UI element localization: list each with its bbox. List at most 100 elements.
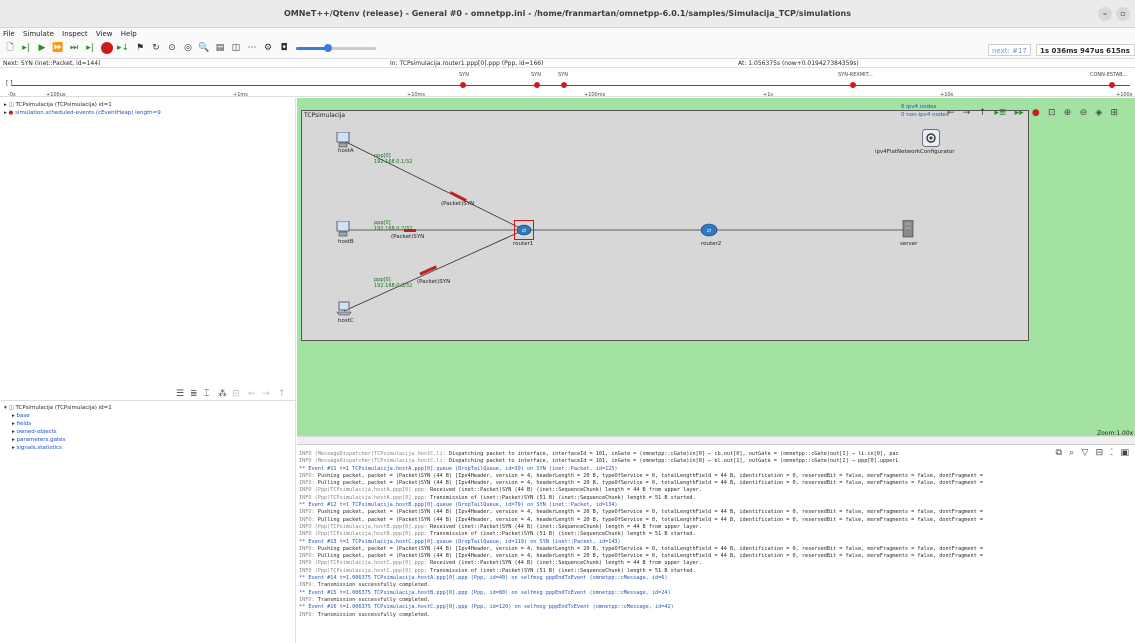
expand-arrow-icon[interactable]: ▸ (4, 102, 7, 108)
timeline-event-marker[interactable] (460, 82, 466, 88)
fast-run-icon[interactable]: ⏩ (52, 42, 64, 54)
inspector-root-row[interactable]: ▾ ◫ TCPsimulacija (TCPsimulacija) id=1 (0, 404, 295, 412)
debug-flag-icon[interactable]: ⚑ (134, 42, 146, 54)
log-message-text: Transmission successfully completed. (314, 611, 431, 618)
copy-icon[interactable]: ⧉ (1055, 448, 1061, 458)
menu-simulate[interactable]: Simulate (20, 28, 57, 40)
up-arrow-icon[interactable]: ↑ (979, 108, 987, 118)
stop-icon[interactable] (101, 42, 113, 54)
next-event-info: Next: SYN (inet::Packet, id=144) (3, 60, 101, 67)
messages-icon[interactable]: ⊟ (1096, 448, 1104, 458)
event-timeline[interactable]: [ ] -0s +100us +1ms +10ms +100ms +1s +10… (0, 69, 1135, 98)
timeline-event-marker[interactable] (561, 82, 567, 88)
event-log[interactable]: INFO (MessageDispatcher)TCPsimulacija.ho… (297, 444, 1135, 643)
timeline-icon[interactable]: ⋯ (246, 42, 258, 54)
router2-icon[interactable]: ⇄ (700, 223, 718, 237)
host-c-ip: ppp[0] 192.168.0.3/32 (374, 277, 412, 289)
tree-row-network[interactable]: ▸ ◫ TCPsimulacija (TCPsimulacija) id=1 (0, 101, 295, 109)
step-over-icon[interactable]: ▸↓ (117, 42, 129, 54)
menu-view[interactable]: View (93, 28, 116, 40)
step-icon[interactable]: ▸| (20, 42, 32, 54)
log-info-line: INFO: Pulling packet, packet = (Packet)S… (299, 480, 1135, 487)
network-canvas[interactable]: TCPsimulacija hostA ppp[0] 192.168.0.1/32… (297, 98, 1135, 437)
relayout-icon[interactable]: ⊡ (1048, 108, 1056, 118)
new-run-icon[interactable]: 🗋 (4, 42, 16, 54)
rebuild-icon[interactable]: ↻ (150, 42, 162, 54)
layout-icon[interactable]: ◫ (230, 42, 242, 54)
inspector-group-row[interactable]: ▸ parameters,gates (0, 436, 295, 444)
find-icon[interactable]: ⌕ (1069, 448, 1074, 458)
layers-icon[interactable]: ◈ (1095, 108, 1102, 118)
packet-label: (Packet)SYN (417, 279, 451, 285)
event-log-icon[interactable]: ▤ (214, 42, 226, 54)
host-a-icon[interactable] (336, 132, 352, 148)
expand-arrow-icon[interactable]: ▾ (4, 405, 7, 411)
find-object-icon[interactable]: ⊙ (166, 42, 178, 54)
host-c-laptop-icon[interactable] (336, 301, 352, 317)
host-c-address: 192.168.0.3/32 (374, 283, 413, 289)
inspector-group-row[interactable]: ▸ owned-objects (0, 428, 295, 436)
canvas-horizontal-scrollbar[interactable] (297, 436, 1135, 444)
host-b-address: 192.168.0.2/32 (374, 226, 413, 232)
back-arrow-icon[interactable]: ← (248, 388, 256, 400)
forward-arrow-icon[interactable]: → (963, 108, 971, 118)
server-icon[interactable] (902, 220, 914, 238)
run-until-icon[interactable]: ▸| (84, 42, 96, 54)
copy-icon[interactable]: ⊟ (232, 388, 240, 400)
log-info-line: INFO (Ppp)TCPsimulacija.hostA.ppp[0].ppp… (299, 487, 1135, 494)
log-info-line: INFO: Pushing packet, packet = (Packet)S… (299, 473, 1135, 480)
record-video-icon[interactable]: ◘ (278, 42, 290, 54)
log-message-text: Pushing packet, packet = (Packet)SYN (44… (314, 545, 983, 552)
fast-local-icon[interactable]: ▸▸ (1015, 108, 1024, 118)
settings-icon[interactable]: ⊞ (1111, 108, 1119, 118)
expand-arrow-icon[interactable]: ▸ (4, 110, 7, 116)
menu-file[interactable]: File (0, 28, 18, 40)
run-icon[interactable]: ▶ (36, 42, 48, 54)
log-settings-icon[interactable]: ▣ (1120, 448, 1129, 458)
configurator-icon[interactable] (922, 129, 940, 147)
menubar: File Simulate Inspect View Help (0, 28, 1135, 40)
log-level-prefix: INFO: (299, 509, 315, 516)
inspector-group-row[interactable]: ▸ signals,statistics (0, 444, 295, 452)
filter-icon[interactable]: ▽ (1081, 448, 1088, 458)
inheritance-view-icon[interactable]: ⁂ (218, 388, 227, 400)
log-level-prefix: INFO: (299, 553, 315, 560)
log-level-prefix: INFO: (299, 582, 315, 589)
stop-local-icon[interactable]: ● (1032, 108, 1040, 118)
log-level-prefix: INFO (MessageDispatcher)TCPsimulacija.ho… (299, 458, 446, 465)
gear-icon[interactable]: ⚙ (262, 42, 274, 54)
timeline-event-marker[interactable] (534, 82, 540, 88)
zoom-out-icon[interactable]: ⊖ (1080, 108, 1088, 118)
run-local-icon[interactable]: ▸≣ (994, 108, 1006, 118)
minimize-icon[interactable]: – (1098, 7, 1112, 21)
network-icon: ◫ (8, 102, 14, 108)
log-event-line: ** Event #14 t=1.006375 TCPsimulacija.ho… (299, 575, 1135, 582)
simulation-time: 1s 036ms 947us 615ns 641 (1036, 44, 1135, 67)
timeline-event-marker[interactable] (1109, 82, 1115, 88)
host-b-icon[interactable] (336, 221, 352, 237)
snapshot-icon[interactable]: ◎ (182, 42, 194, 54)
toolbar: 🗋 ▸| ▶ ⏩ ⏭ ▸| ▸↓ ⚑ ↻ ⊙ ◎ 🔍 ▤ ◫ ⋯ ⚙ ◘ (0, 40, 1135, 58)
timeline-event-marker[interactable] (850, 82, 856, 88)
menu-inspect[interactable]: Inspect (59, 28, 91, 40)
search-icon[interactable]: 🔍 (198, 42, 210, 54)
menu-help[interactable]: Help (118, 28, 140, 40)
flat-view-icon[interactable]: ≣ (190, 388, 198, 400)
children-view-icon[interactable]: ⌶ (204, 388, 209, 400)
zoom-in-icon[interactable]: ⊕ (1064, 108, 1072, 118)
log-mode-icon[interactable]: ⁚ (1110, 448, 1113, 458)
back-arrow-icon[interactable]: ← (947, 108, 955, 118)
inspector-group-row[interactable]: ▸ fields (0, 420, 295, 428)
object-inspector: ▾ ◫ TCPsimulacija (TCPsimulacija) id=1 ▸… (0, 400, 296, 643)
log-message-text: Transmission of (inet::Packet)SYN (51 B)… (427, 494, 696, 501)
express-run-icon[interactable]: ⏭ (68, 42, 80, 54)
log-level-prefix: INFO: (299, 480, 315, 487)
tree-row-scheduled-events[interactable]: ▸ ● simulation.scheduled-events (cEventH… (0, 109, 295, 117)
grouped-view-icon[interactable]: ☰ (176, 388, 184, 400)
inspector-group-row[interactable]: ▸ base (0, 412, 295, 420)
forward-arrow-icon[interactable]: → (262, 388, 270, 400)
router1-icon[interactable]: ⇄ (514, 220, 534, 240)
maximize-icon[interactable]: ▫ (1116, 7, 1130, 21)
animation-speed-slider[interactable] (296, 44, 376, 52)
up-arrow-icon[interactable]: ↑ (278, 388, 286, 400)
